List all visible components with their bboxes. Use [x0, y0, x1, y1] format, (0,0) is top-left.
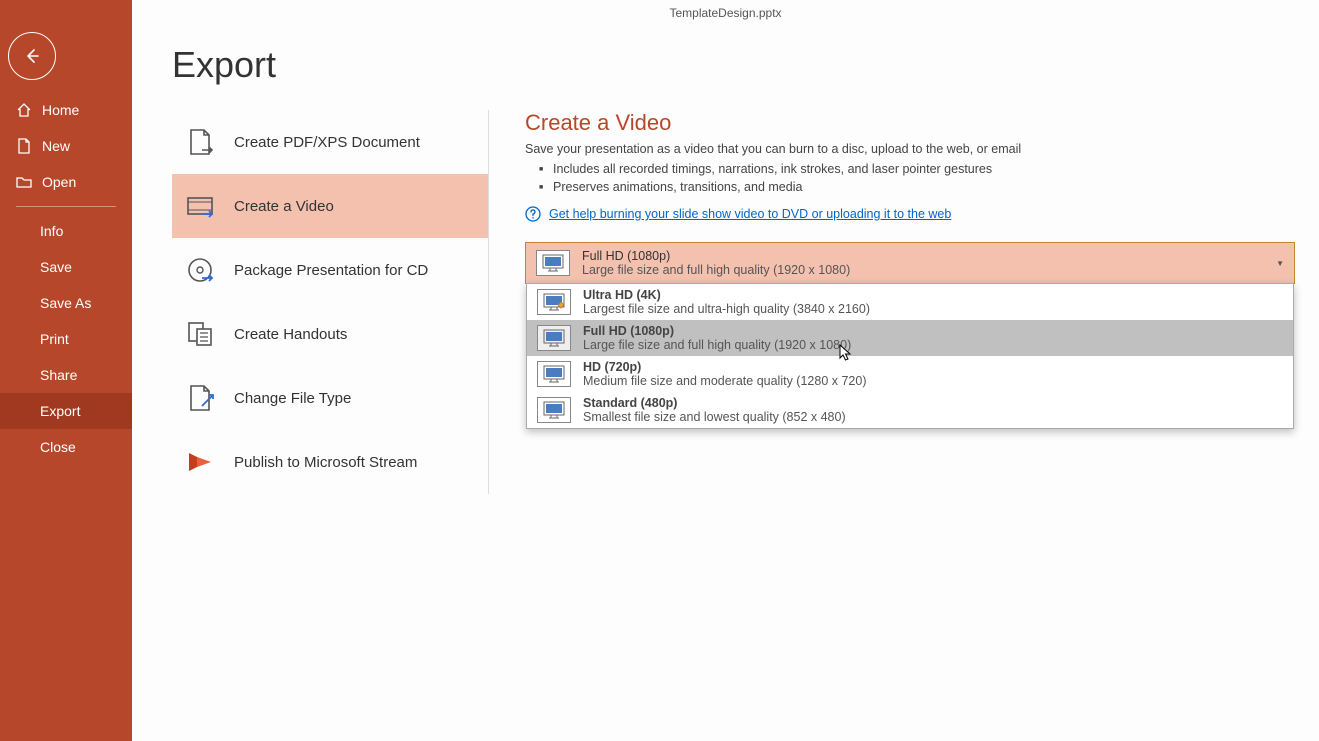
quality-option-sub: Largest file size and ultra-high quality…: [583, 302, 1283, 316]
sidebar-label: Share: [40, 367, 77, 383]
change-file-type-icon: [184, 382, 216, 414]
export-option-label: Change File Type: [234, 390, 351, 407]
monitor-icon: [537, 361, 571, 387]
handouts-icon: [184, 318, 216, 350]
sidebar-item-close[interactable]: Close: [0, 429, 132, 465]
quality-option-full-hd[interactable]: Full HD (1080p) Large file size and full…: [527, 320, 1293, 356]
export-option-package-cd[interactable]: Package Presentation for CD: [172, 238, 488, 302]
monitor-icon: [537, 289, 571, 315]
sidebar-item-new[interactable]: New: [0, 128, 132, 164]
new-icon: [16, 138, 32, 154]
sidebar-item-share[interactable]: Share: [0, 357, 132, 393]
sidebar-item-home[interactable]: Home: [0, 92, 132, 128]
document-filename: TemplateDesign.pptx: [669, 6, 781, 20]
sidebar-item-print[interactable]: Print: [0, 321, 132, 357]
back-arrow-icon: [22, 46, 42, 66]
sidebar-label: Save As: [40, 295, 91, 311]
sidebar-label: Open: [42, 174, 76, 190]
backstage-sidebar: Home New Open Info Save Save As Print Sh…: [0, 0, 132, 741]
monitor-icon: [536, 250, 570, 276]
sidebar-separator: [16, 206, 116, 207]
pdf-xps-icon: [184, 126, 216, 158]
sidebar-item-info[interactable]: Info: [0, 213, 132, 249]
sidebar-label: Print: [40, 331, 69, 347]
sidebar-label: Export: [40, 403, 80, 419]
quality-option-ultra-hd[interactable]: Ultra HD (4K) Largest file size and ultr…: [527, 284, 1293, 320]
export-option-label: Publish to Microsoft Stream: [234, 454, 417, 471]
export-option-label: Create Handouts: [234, 326, 347, 343]
sidebar-label: Save: [40, 259, 72, 275]
detail-bullets: Includes all recorded timings, narration…: [539, 160, 1295, 196]
quality-option-sub: Large file size and full high quality (1…: [583, 338, 1283, 352]
sidebar-list: Home New Open Info Save Save As Print Sh…: [0, 92, 132, 465]
help-row: Get help burning your slide show video t…: [525, 206, 1295, 222]
export-option-create-video[interactable]: Create a Video: [172, 174, 488, 238]
quality-option-title: Standard (480p): [583, 396, 1283, 410]
sidebar-item-export[interactable]: Export: [0, 393, 132, 429]
page-title: Export: [172, 44, 1319, 86]
quality-option-title: Ultra HD (4K): [583, 288, 1283, 302]
chevron-down-icon: ▼: [1276, 259, 1284, 268]
export-option-create-handouts[interactable]: Create Handouts: [172, 302, 488, 366]
export-option-pdf-xps[interactable]: Create PDF/XPS Document: [172, 110, 488, 174]
quality-option-sub: Medium file size and moderate quality (1…: [583, 374, 1283, 388]
video-icon: [184, 190, 216, 222]
quality-option-hd[interactable]: HD (720p) Medium file size and moderate …: [527, 356, 1293, 392]
detail-description: Save your presentation as a video that y…: [525, 142, 1295, 156]
detail-bullet: Preserves animations, transitions, and m…: [539, 178, 1295, 196]
sidebar-item-save[interactable]: Save: [0, 249, 132, 285]
monitor-icon: [537, 325, 571, 351]
main-area: TemplateDesign.pptx Export Create PDF/XP…: [132, 0, 1319, 741]
back-button[interactable]: [8, 32, 56, 80]
monitor-icon: [537, 397, 571, 423]
quality-option-title: HD (720p): [583, 360, 1283, 374]
stream-icon: [184, 446, 216, 478]
export-option-label: Create PDF/XPS Document: [234, 134, 420, 151]
sidebar-label: Close: [40, 439, 76, 455]
quality-selected-sub: Large file size and full high quality (1…: [582, 263, 1264, 277]
sidebar-label: Info: [40, 223, 63, 239]
detail-pane: Create a Video Save your presentation as…: [525, 110, 1319, 494]
quality-option-sub: Smallest file size and lowest quality (8…: [583, 410, 1283, 424]
detail-bullet: Includes all recorded timings, narration…: [539, 160, 1295, 178]
export-option-label: Create a Video: [234, 198, 334, 215]
export-option-publish-stream[interactable]: Publish to Microsoft Stream: [172, 430, 488, 494]
sidebar-item-save-as[interactable]: Save As: [0, 285, 132, 321]
sidebar-label: New: [42, 138, 70, 154]
quality-option-title: Full HD (1080p): [583, 324, 1283, 338]
help-icon: [525, 206, 541, 222]
open-icon: [16, 174, 32, 190]
export-option-label: Package Presentation for CD: [234, 262, 428, 279]
quality-option-standard[interactable]: Standard (480p) Smallest file size and l…: [527, 392, 1293, 428]
title-bar: TemplateDesign.pptx: [132, 0, 1319, 26]
help-link[interactable]: Get help burning your slide show video t…: [549, 207, 951, 221]
export-type-list: Create PDF/XPS Document Create a Video P…: [172, 110, 489, 494]
sidebar-label: Home: [42, 102, 79, 118]
quality-dropdown-menu: Ultra HD (4K) Largest file size and ultr…: [526, 283, 1294, 429]
sidebar-item-open[interactable]: Open: [0, 164, 132, 200]
quality-selected-title: Full HD (1080p): [582, 249, 1264, 263]
cd-icon: [184, 254, 216, 286]
quality-dropdown[interactable]: Full HD (1080p) Large file size and full…: [525, 242, 1295, 284]
home-icon: [16, 102, 32, 118]
detail-title: Create a Video: [525, 110, 1295, 136]
export-option-change-file-type[interactable]: Change File Type: [172, 366, 488, 430]
